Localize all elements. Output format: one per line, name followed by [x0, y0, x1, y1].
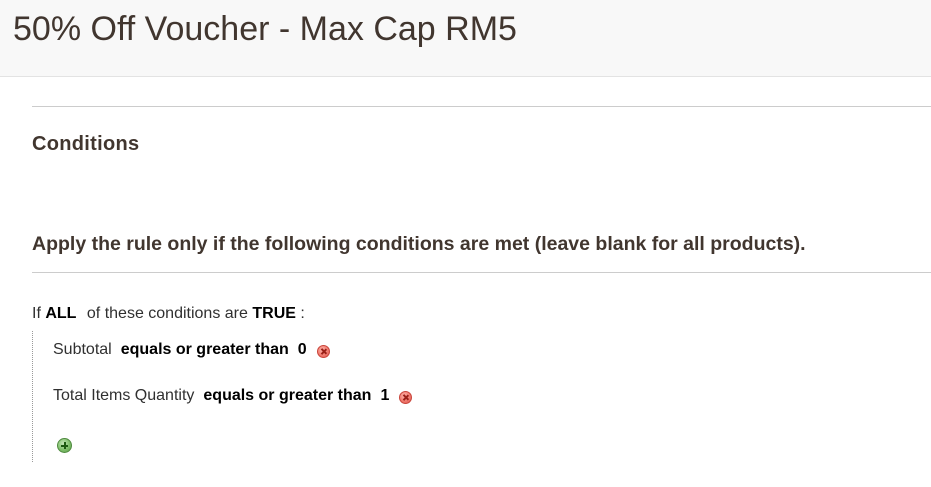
conditions-legend: Apply the rule only if the following con…	[32, 233, 806, 255]
page-title: 50% Off Voucher - Max Cap RM5	[13, 10, 517, 48]
rule-suffix: :	[300, 305, 305, 322]
legend-divider	[32, 272, 931, 273]
condition-attribute: Total Items Quantity	[53, 387, 195, 404]
add-icon[interactable]	[57, 438, 72, 453]
condition-row-subtotal: Subtotal equals or greater than 0	[53, 339, 330, 361]
section-title-conditions[interactable]: Conditions	[32, 133, 139, 156]
condition-value[interactable]: 0	[298, 339, 307, 361]
remove-icon[interactable]	[399, 390, 413, 404]
aggregator-value-selector[interactable]: TRUE	[252, 305, 296, 322]
rule-prefix: If	[32, 305, 41, 322]
remove-icon[interactable]	[316, 344, 330, 358]
aggregator-selector[interactable]: ALL	[45, 305, 76, 322]
page-header: 50% Off Voucher - Max Cap RM5	[0, 0, 931, 77]
rule-aggregator-line: If ALL of these conditions are TRUE :	[32, 303, 305, 325]
condition-row-total-items-quantity: Total Items Quantity equals or greater t…	[53, 385, 413, 407]
condition-attribute: Subtotal	[53, 341, 112, 358]
condition-operator[interactable]: equals or greater than	[121, 339, 289, 361]
section-divider	[32, 106, 931, 107]
conditions-tree: Subtotal equals or greater than 0 Total …	[32, 331, 633, 462]
condition-operator[interactable]: equals or greater than	[203, 385, 371, 407]
rule-middle-text: of these conditions are	[86, 305, 248, 322]
condition-value[interactable]: 1	[380, 385, 389, 407]
